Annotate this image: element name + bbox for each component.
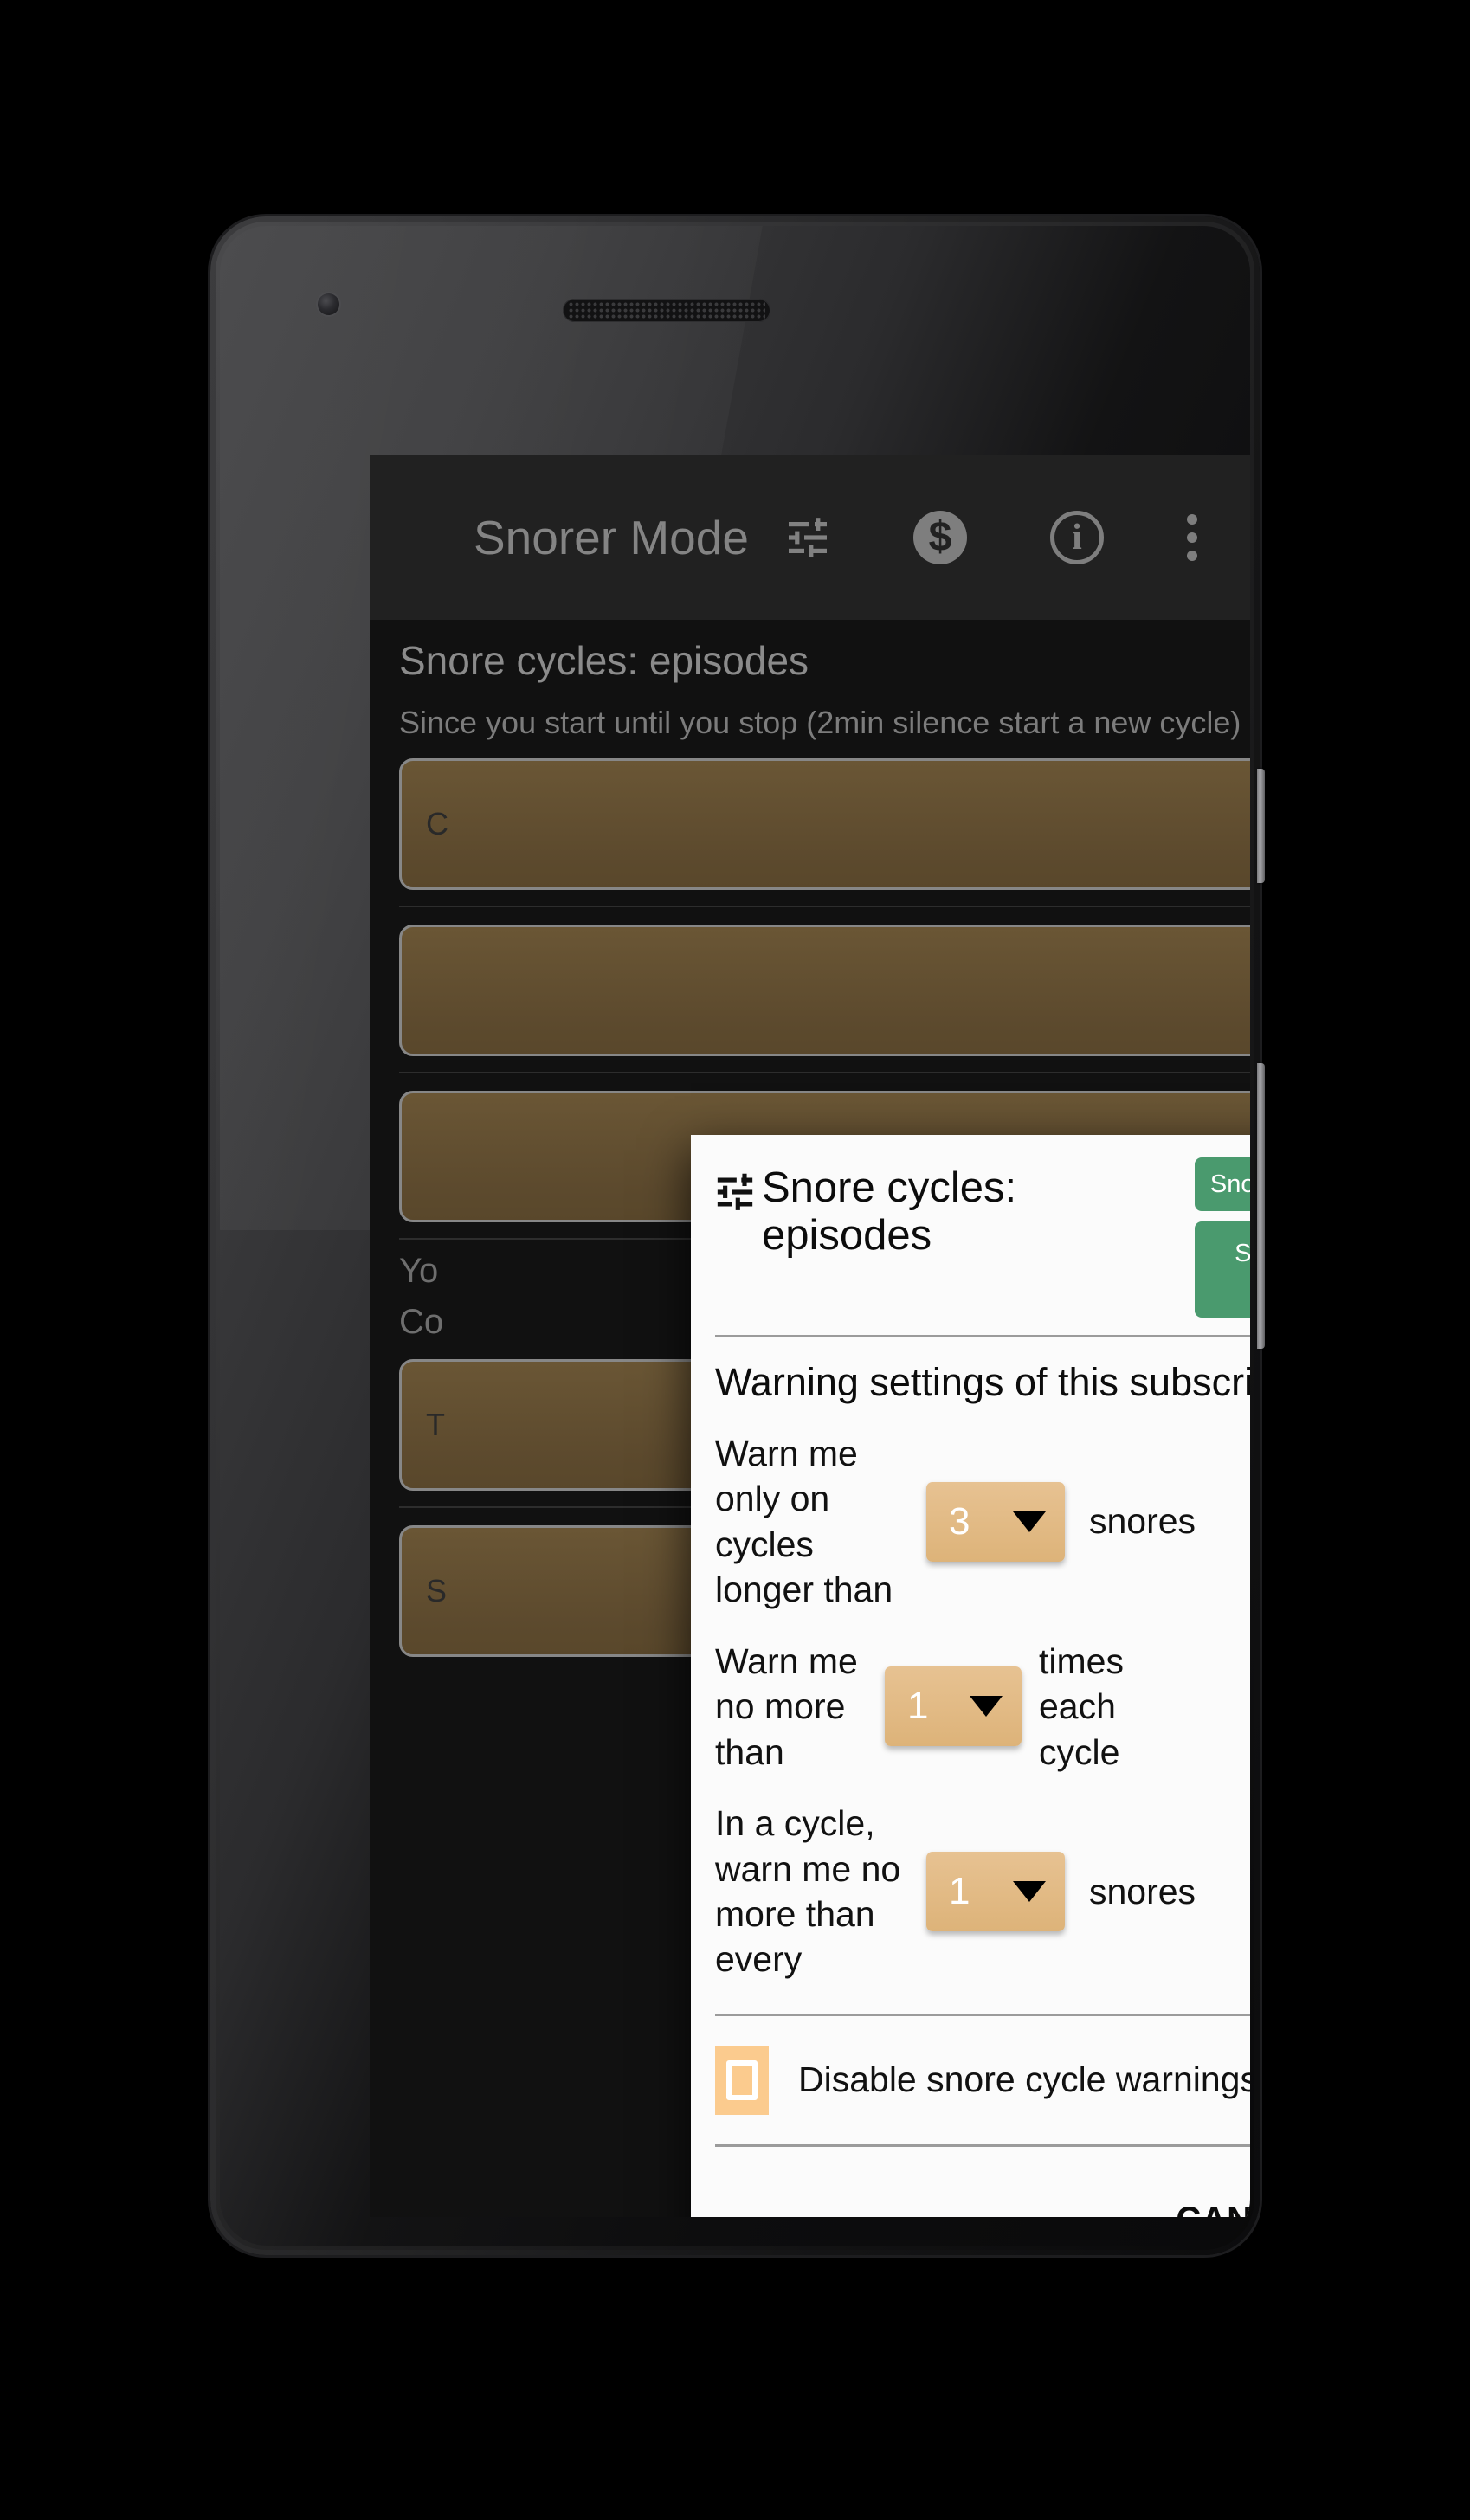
info-circle-icon[interactable]: i [1049,511,1104,564]
overflow-dot [1186,514,1197,525]
background-card: C [399,758,1250,890]
background-divider [399,1072,1250,1073]
overflow-dot [1186,551,1197,561]
power-button[interactable] [1257,769,1265,883]
setting-label: Warn me no more than [715,1640,858,1772]
setting-suffix: times each cycle [1039,1640,1124,1772]
cycle-length-dropdown[interactable]: 3 [926,1481,1065,1562]
chevron-down-icon [1013,1880,1046,1902]
warning-settings-dialog: Snore cycles: episodes Snore cycles: epi… [691,1135,1250,2217]
disable-warnings-label: Disable snore cycle warnings [798,2059,1250,2100]
chip-snore-warnings-on-phone[interactable]: Snore warnings on phone [1195,1221,1250,1318]
dialog-divider [715,2013,1250,2016]
dialog-title-group: Snore cycles: episodes [715,1157,1108,1260]
setting-row-warn-count: Warn me no more than 1 times each cycle [715,1639,1250,1775]
setting-suffix: snores [1089,1871,1196,1911]
page-title: Snorer Mode [474,511,749,564]
tune-sliders-icon [715,1173,755,1211]
hamburger-menu-icon[interactable] [399,522,439,553]
chip-snore-cycles-episodes[interactable]: Snore cycles: episodes [1195,1157,1250,1212]
earpiece-speaker-grille [563,299,770,322]
warning-settings-heading: Warning settings of this subscription: [715,1359,1250,1404]
dropdown-value: 1 [949,1869,970,1912]
phone-device: Snorer Mode $ i Snore cycles: episodes S… [210,216,1265,2255]
dialog-header: Snore cycles: episodes Snore cycles: epi… [691,1135,1250,1318]
checkbox-box-icon [726,2059,758,2100]
background-divider [399,906,1250,907]
warn-interval-dropdown[interactable]: 1 [926,1851,1065,1931]
dropdown-value: 3 [949,1499,970,1543]
disable-warnings-row[interactable]: Disable snore cycle warnings [715,2045,1250,2115]
dialog-chip-group: Snore cycles: episodes Snore warnings on… [1195,1157,1250,1318]
setting-suffix: snores [1089,1501,1196,1542]
chevron-down-icon [970,1696,1003,1718]
overflow-dot [1186,532,1197,543]
setting-label: In a cycle, warn me no more than every [715,1803,901,1980]
dialog-body: Warning settings of this subscription: W… [691,1337,1250,2156]
volume-rocker-button[interactable] [1257,1063,1265,1349]
overflow-menu-icon[interactable] [1186,511,1197,564]
background-section-title: Snore cycles: episodes [399,638,809,683]
setting-label: Warn me only on cycles longer than [715,1433,893,1610]
dialog-divider [715,2143,1250,2147]
speaker-dots [568,301,765,319]
app-toolbar: Snorer Mode $ i [370,455,1250,620]
tune-sliders-icon[interactable] [785,517,830,558]
dialog-actions: CANCEL SAVE [691,2201,1250,2217]
background-section-header: Snore cycles: episodes Subscribed [399,637,1250,691]
setting-row-warn-interval: In a cycle, warn me no more than every 1… [715,1801,1250,1982]
phone-screen: Snorer Mode $ i Snore cycles: episodes S… [370,455,1250,2217]
dropdown-value: 1 [907,1685,929,1728]
phone-glass: Snorer Mode $ i Snore cycles: episodes S… [220,226,1250,2246]
background-section-subtitle: Since you start until you stop (2min sil… [399,705,1241,740]
disable-warnings-checkbox[interactable] [715,2045,769,2115]
cancel-button[interactable]: CANCEL [1176,2201,1250,2217]
dialog-title: Snore cycles: episodes [762,1164,1017,1259]
chevron-down-icon [1013,1511,1046,1532]
warn-count-dropdown[interactable]: 1 [885,1666,1022,1747]
dollar-circle-icon[interactable]: $ [912,511,967,564]
front-camera-icon [318,293,339,315]
setting-row-cycle-length: Warn me only on cycles longer than 3 sno… [715,1431,1250,1613]
background-card [399,925,1250,1056]
